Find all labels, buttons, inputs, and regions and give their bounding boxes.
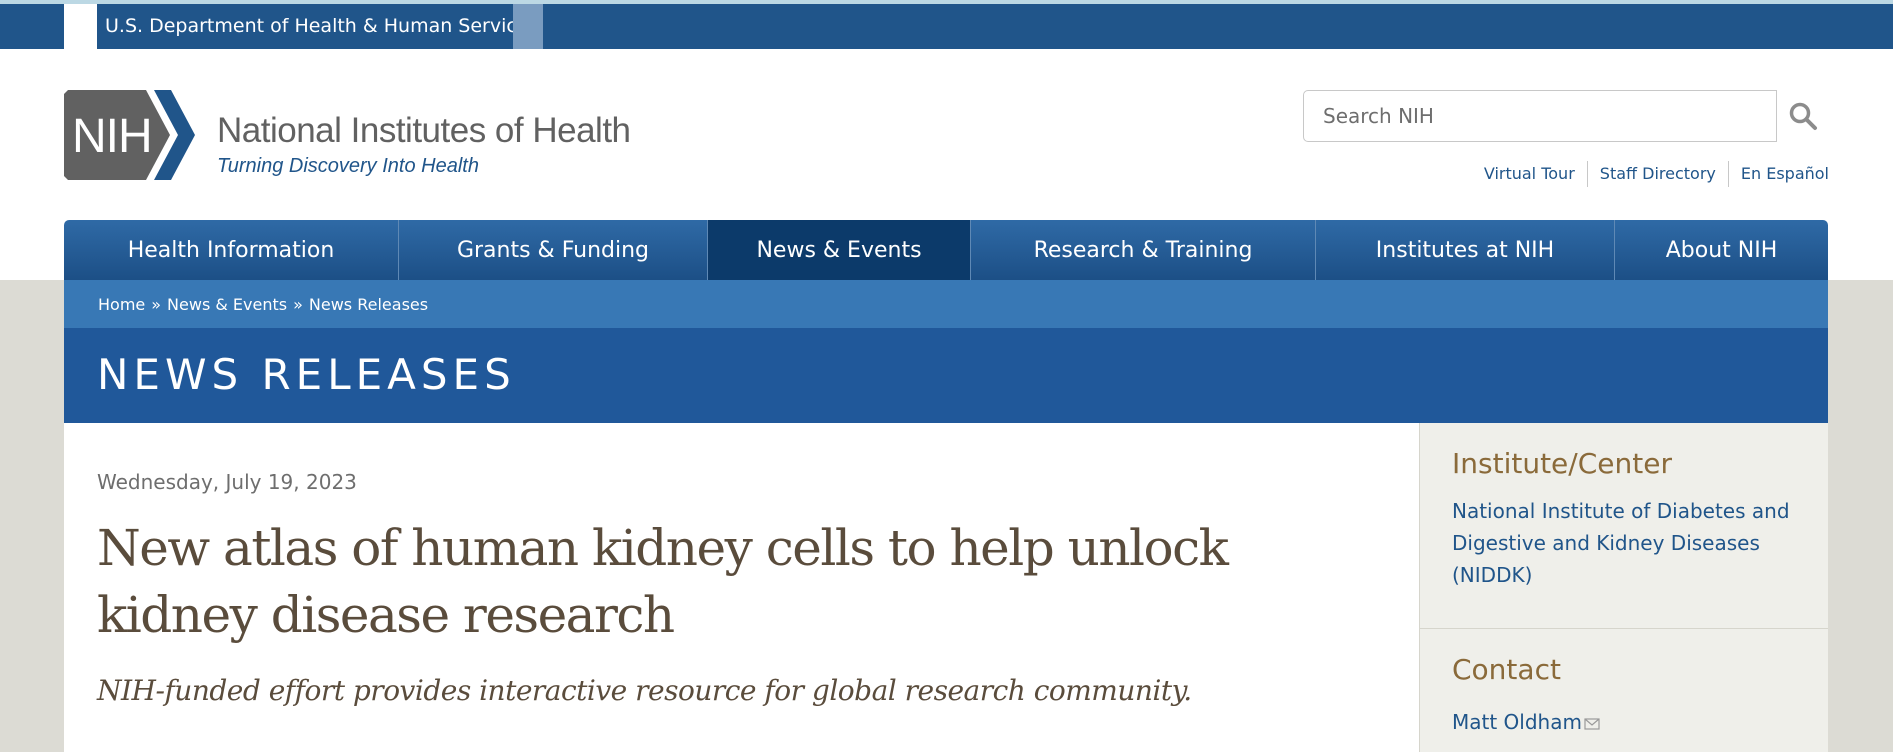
article-date: Wednesday, July 19, 2023 — [97, 470, 357, 494]
article-subhead: NIH-funded effort provides interactive r… — [97, 674, 1192, 707]
nih-logo-icon[interactable]: NIH — [64, 90, 208, 180]
breadcrumb-separator: » — [151, 294, 162, 314]
nav-item-institutes[interactable]: Institutes at NIH — [1316, 220, 1615, 280]
virtual-tour-link[interactable]: Virtual Tour — [1472, 161, 1587, 187]
search-input[interactable] — [1303, 90, 1777, 142]
search-icon — [1789, 102, 1817, 130]
main-nav: Health Information Grants & Funding News… — [64, 220, 1828, 280]
logo-mark: NIH — [72, 110, 152, 163]
search-button[interactable] — [1777, 90, 1829, 142]
staff-directory-link[interactable]: Staff Directory — [1586, 161, 1728, 187]
logo-tagline: Turning Discovery Into Health — [217, 155, 479, 177]
en-espanol-link[interactable]: En Español — [1727, 161, 1829, 187]
nav-item-health-information[interactable]: Health Information — [64, 220, 399, 280]
article-headline: New atlas of human kidney cells to help … — [97, 519, 1229, 644]
nav-item-about-nih[interactable]: About NIH — [1615, 220, 1828, 280]
email-icon[interactable] — [1584, 718, 1600, 730]
sidebar-divider — [1420, 628, 1828, 629]
contact-heading: Contact — [1452, 653, 1561, 686]
breadcrumb-news-releases[interactable]: News Releases — [309, 295, 428, 314]
hhs-logo-icon[interactable] — [64, 4, 97, 49]
contact-row: Matt Oldham — [1452, 709, 1600, 735]
hhs-expand-tab[interactable] — [513, 4, 543, 49]
nav-item-news-events[interactable]: News & Events — [708, 220, 971, 280]
page-title: NEWS RELEASES — [97, 350, 516, 399]
institute-link[interactable]: National Institute of Diabetes and Diges… — [1452, 495, 1802, 591]
breadcrumb-news-events[interactable]: News & Events — [167, 295, 287, 314]
utility-links: Virtual Tour Staff Directory En Español — [1472, 161, 1829, 187]
sidebar: Institute/Center National Institute of D… — [1419, 423, 1828, 752]
nav-item-research-training[interactable]: Research & Training — [971, 220, 1316, 280]
hhs-link[interactable]: U.S. Department of Health & Human Servic… — [105, 4, 538, 49]
breadcrumb-separator: » — [293, 294, 303, 314]
nav-item-grants-funding[interactable]: Grants & Funding — [399, 220, 708, 280]
hhs-bar: U.S. Department of Health & Human Servic… — [0, 4, 1893, 49]
logo-title[interactable]: National Institutes of Health — [217, 111, 631, 151]
article-main: Wednesday, July 19, 2023 New atlas of hu… — [64, 423, 1419, 752]
breadcrumb: Home » News & Events » News Releases — [64, 280, 1828, 328]
contact-name-link[interactable]: Matt Oldham — [1452, 709, 1582, 735]
page-banner: NEWS RELEASES — [64, 328, 1828, 423]
breadcrumb-home[interactable]: Home — [98, 295, 145, 314]
institute-heading: Institute/Center — [1452, 447, 1672, 480]
